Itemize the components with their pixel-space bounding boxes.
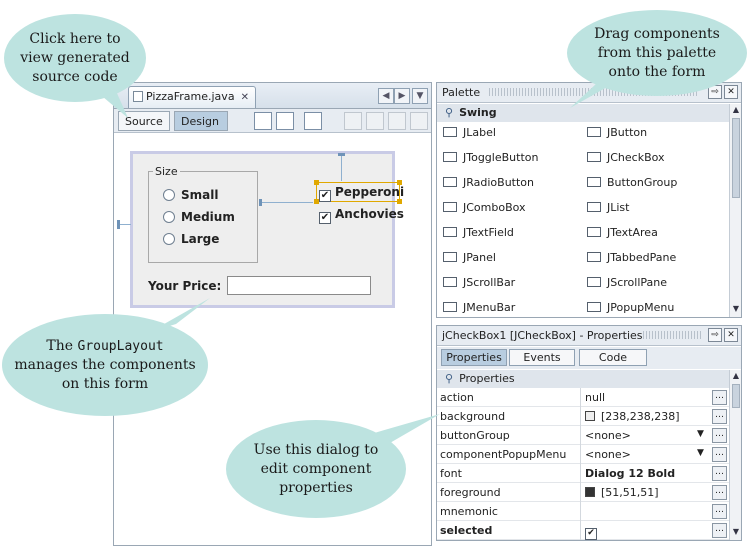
callout-line: manages the components — [14, 356, 196, 373]
callout-line: properties — [279, 479, 353, 496]
callout-line: source code — [32, 68, 118, 85]
callout-line: Use this dialog to — [253, 441, 379, 458]
callout-properties-dialog: Use this dialog to edit component properti… — [226, 420, 406, 518]
callout-line: The GroupLayout — [14, 337, 195, 356]
callout-line: edit component — [260, 460, 372, 477]
callout-line: Drag components — [594, 25, 720, 42]
callout-line: onto the form — [608, 63, 706, 80]
callout-text: The — [46, 337, 78, 354]
callout-line: view generated — [20, 49, 130, 66]
callout-group-layout: The GroupLayout manages the components o… — [2, 314, 208, 416]
callout-line: Click here to — [29, 30, 121, 47]
callout-palette: Drag components from this palette onto the… — [567, 10, 747, 96]
callout-line: from this palette — [597, 44, 717, 61]
callout-line: on this form — [61, 375, 149, 392]
callout-code: GroupLayout — [77, 338, 164, 354]
callout-source-code: Click here to view generated source code — [4, 14, 146, 102]
